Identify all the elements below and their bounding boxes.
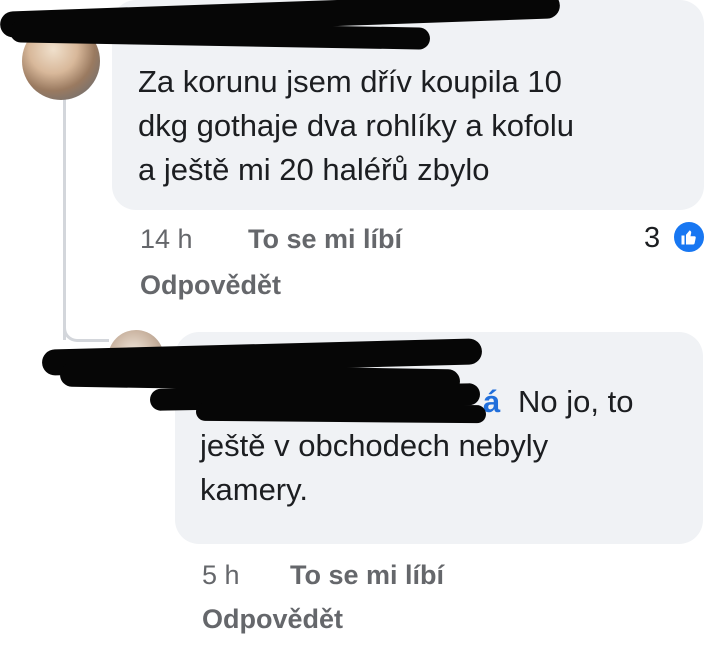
reaction-count[interactable]: 3	[644, 222, 660, 255]
like-button[interactable]: To se mi líbí	[290, 560, 444, 591]
reply-button[interactable]: Odpovědět	[140, 270, 281, 301]
comment-timestamp[interactable]: 14 h	[140, 224, 193, 255]
comment-timestamp[interactable]: 5 h	[202, 560, 240, 591]
comment-text: ještě v obchodech nebyly kamery.	[200, 428, 549, 507]
thread-line	[63, 82, 66, 340]
thumbs-up-glyph	[681, 230, 696, 245]
reply-button[interactable]: Odpovědět	[202, 604, 343, 635]
comment-text: Za korunu jsem dřív koupila 10 dkg gotha…	[138, 64, 574, 187]
name-mention[interactable]: á	[483, 380, 500, 424]
like-button[interactable]: To se mi líbí	[248, 224, 402, 255]
comment-text-first-line: No jo, to	[518, 384, 634, 419]
thread-connector	[63, 318, 109, 342]
thumbs-up-icon[interactable]	[672, 220, 706, 254]
redaction-mark	[195, 402, 487, 424]
